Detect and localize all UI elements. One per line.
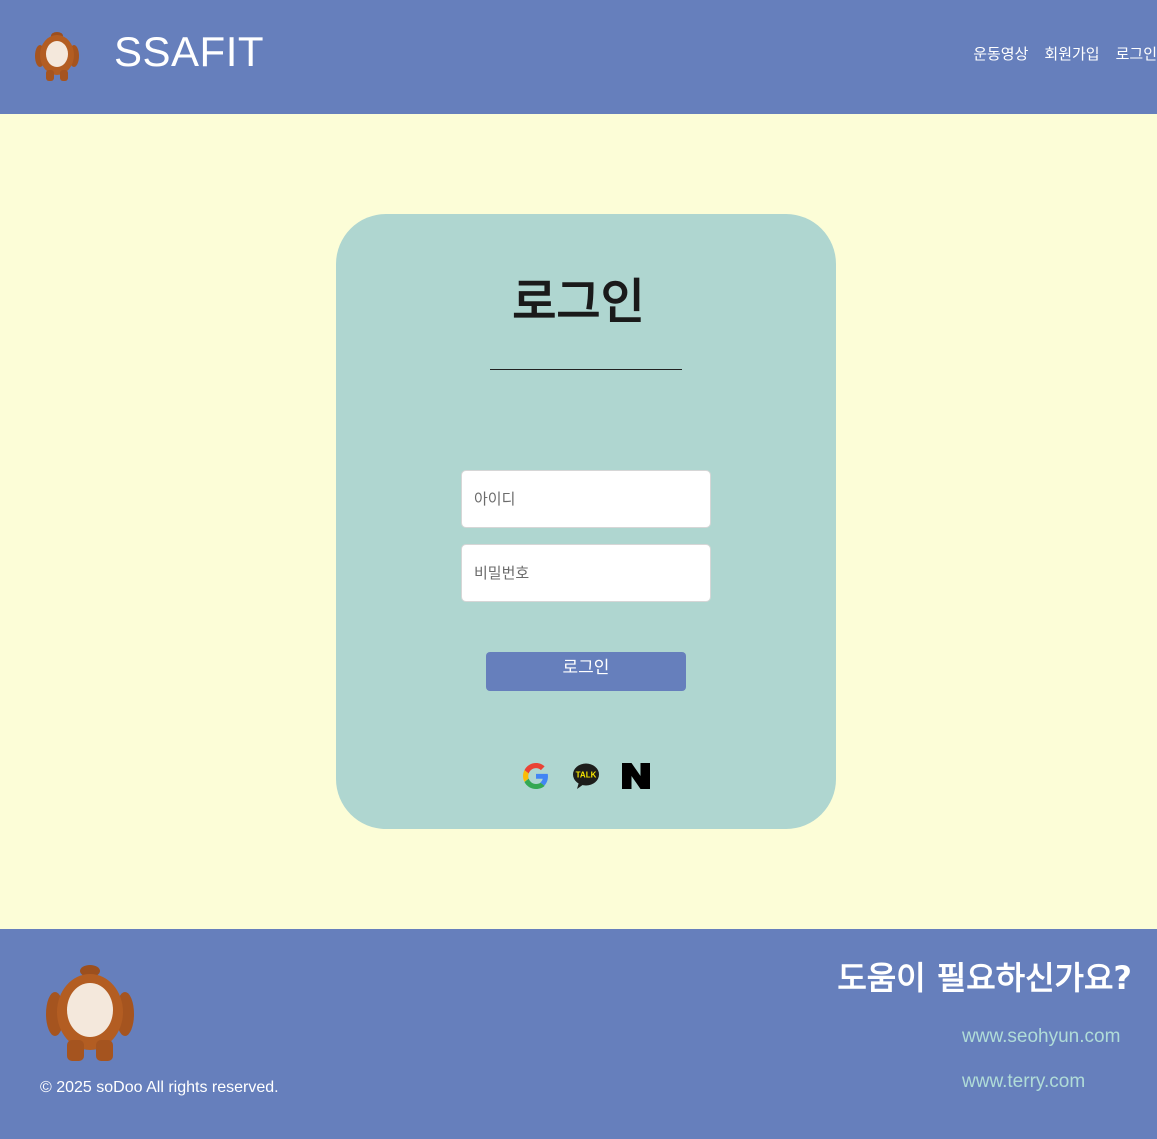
nav-login-link[interactable]: 로그인 xyxy=(1116,44,1157,64)
footer-link-terry[interactable]: www.terry.com xyxy=(962,1070,1085,1094)
copyright-text: © 2025 soDoo All rights reserved. xyxy=(40,1079,279,1096)
naver-icon[interactable] xyxy=(621,761,651,791)
bear-mascot-icon xyxy=(45,964,135,1062)
login-title: 로그인 xyxy=(512,274,645,330)
bear-logo-icon[interactable] xyxy=(34,28,80,82)
footer-link-seohyun[interactable]: www.seohyun.com xyxy=(962,1025,1120,1049)
google-icon[interactable] xyxy=(521,761,551,791)
kakao-talk-text: TALK xyxy=(576,771,597,780)
brand-title[interactable]: SSAFIT xyxy=(114,26,264,78)
title-divider xyxy=(490,369,682,370)
password-input[interactable] xyxy=(461,544,711,602)
help-title: 도움이 필요하신가요? xyxy=(837,959,1132,997)
footer: © 2025 soDoo All rights reserved. 도움이 필요… xyxy=(0,929,1157,1139)
top-nav: 운동영상 회원가입 로그인 xyxy=(973,44,1157,64)
nav-signup-link[interactable]: 회원가입 xyxy=(1044,44,1099,64)
nav-videos-link[interactable]: 운동영상 xyxy=(973,44,1028,64)
login-button[interactable]: 로그인 xyxy=(486,652,686,691)
header: SSAFIT 운동영상 회원가입 로그인 xyxy=(0,0,1157,114)
kakao-talk-icon[interactable]: TALK xyxy=(571,761,601,791)
id-input[interactable] xyxy=(461,470,711,528)
